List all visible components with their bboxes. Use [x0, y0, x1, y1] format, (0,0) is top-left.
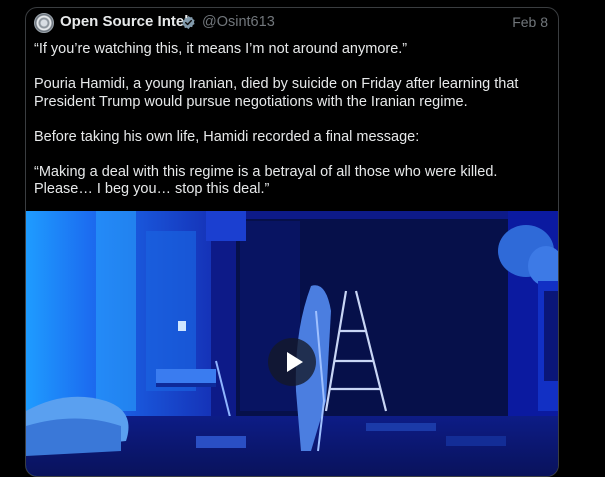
- tweet-text: “If you’re watching this, it means I’m n…: [34, 41, 552, 216]
- tweet-paragraph: “If you’re watching this, it means I’m n…: [34, 41, 408, 57]
- tweet-paragraph: Before taking his own life, Hamidi recor…: [34, 128, 420, 145]
- avatar-icon[interactable]: [34, 13, 54, 33]
- tweet-header: Open Source Intel @Osint613 Feb 8: [26, 8, 558, 40]
- tweet-card[interactable]: Open Source Intel @Osint613 Feb 8 “If yo…: [25, 7, 559, 477]
- tweet-date[interactable]: Feb 8: [512, 14, 548, 30]
- play-icon: [287, 352, 303, 372]
- play-button[interactable]: [268, 338, 316, 386]
- verified-badge-icon: [182, 15, 195, 30]
- tweet-paragraph: “Making a deal with this regime is a bet…: [34, 163, 498, 198]
- author-name[interactable]: Open Source Intel: [60, 13, 188, 30]
- video-player[interactable]: [26, 211, 558, 476]
- author-handle[interactable]: @Osint613: [202, 14, 275, 30]
- tweet-paragraph: Pouria Hamidi, a young Iranian, died by …: [34, 76, 519, 110]
